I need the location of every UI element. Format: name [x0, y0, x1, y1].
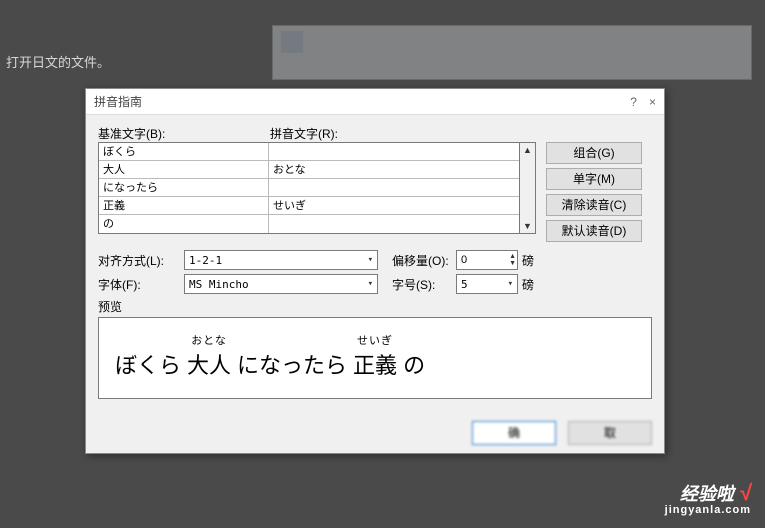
- preview-base: ぼくら: [115, 348, 181, 380]
- size-value: 5: [461, 278, 468, 291]
- dialog-titlebar: 拼音指南 ? ×: [86, 89, 664, 115]
- preview-base: の: [403, 348, 425, 380]
- text-grid: ぼくら 大人 おとな になったら 正義 せいぎ の: [98, 142, 520, 234]
- offset-label: 偏移量(O):: [392, 252, 456, 269]
- preview-segment: おとな大人: [187, 336, 231, 380]
- preview-base: 正義: [353, 348, 397, 380]
- base-cell[interactable]: 大人: [99, 161, 269, 179]
- font-value: MS Mincho: [189, 278, 249, 291]
- ok-button[interactable]: 确: [472, 421, 556, 445]
- ruby-cell[interactable]: おとな: [269, 161, 519, 179]
- base-text-label: 基准文字(B):: [98, 125, 270, 142]
- help-icon[interactable]: ?: [630, 95, 637, 109]
- preview-segment: になったら: [237, 348, 347, 380]
- offset-unit: 磅: [522, 252, 534, 269]
- preview-base: になったら: [237, 348, 347, 380]
- cancel-button[interactable]: 取: [568, 421, 652, 445]
- size-select[interactable]: 5 ▾: [456, 274, 518, 294]
- preview-ruby: せいぎ: [357, 336, 393, 347]
- single-button[interactable]: 单字(M): [546, 168, 642, 190]
- preview-pane: ぼくらおとな大人になったらせいぎ正義の: [98, 317, 652, 399]
- close-icon[interactable]: ×: [649, 95, 656, 109]
- preview-ruby: おとな: [191, 336, 227, 347]
- ruby-cell[interactable]: [269, 179, 519, 197]
- preview-segment: ぼくら: [115, 348, 181, 380]
- watermark-logo: 经验啦 √ jingyanla.com: [665, 485, 751, 518]
- preview-base: 大人: [187, 348, 231, 380]
- background-caption: 打开日文的文件。: [6, 52, 110, 71]
- default-reading-button[interactable]: 默认读音(D): [546, 220, 642, 242]
- base-cell[interactable]: になったら: [99, 179, 269, 197]
- ruby-cell[interactable]: [269, 215, 519, 233]
- font-select[interactable]: MS Mincho ▾: [184, 274, 378, 294]
- phonetic-guide-dialog: 拼音指南 ? × 基准文字(B): 拼音文字(R): ぼくら 大人 おとな にな…: [85, 88, 665, 454]
- clear-reading-button[interactable]: 清除读音(C): [546, 194, 642, 216]
- chevron-down-icon[interactable]: ▾: [506, 276, 515, 292]
- base-cell[interactable]: の: [99, 215, 269, 233]
- preview-segment: の: [403, 348, 425, 380]
- ruby-text-label: 拼音文字(R):: [270, 125, 338, 142]
- combine-button[interactable]: 组合(G): [546, 142, 642, 164]
- dialog-title: 拼音指南: [94, 93, 142, 110]
- ruby-cell[interactable]: せいぎ: [269, 197, 519, 215]
- offset-value: 0: [461, 254, 467, 266]
- preview-label: 预览: [98, 298, 652, 315]
- scroll-up-icon[interactable]: ▲: [520, 143, 535, 157]
- alignment-value: 1-2-1: [189, 254, 222, 267]
- chevron-down-icon[interactable]: ▾: [366, 276, 375, 292]
- offset-spinner[interactable]: 0 ▲▼: [456, 250, 518, 270]
- font-label: 字体(F):: [98, 276, 184, 293]
- ruby-cell[interactable]: [269, 143, 519, 161]
- alignment-label: 对齐方式(L):: [98, 252, 184, 269]
- scroll-down-icon[interactable]: ▼: [520, 219, 535, 233]
- spin-down-icon[interactable]: ▼: [509, 260, 516, 267]
- base-cell[interactable]: ぼくら: [99, 143, 269, 161]
- spin-up-icon[interactable]: ▲: [509, 253, 516, 260]
- base-cell[interactable]: 正義: [99, 197, 269, 215]
- chevron-down-icon[interactable]: ▾: [366, 252, 375, 268]
- alignment-select[interactable]: 1-2-1 ▾: [184, 250, 378, 270]
- size-label: 字号(S):: [392, 276, 456, 293]
- background-word-window: [272, 25, 752, 80]
- size-unit: 磅: [522, 276, 534, 293]
- grid-scrollbar[interactable]: ▲ ▼: [520, 142, 536, 234]
- preview-segment: せいぎ正義: [353, 336, 397, 380]
